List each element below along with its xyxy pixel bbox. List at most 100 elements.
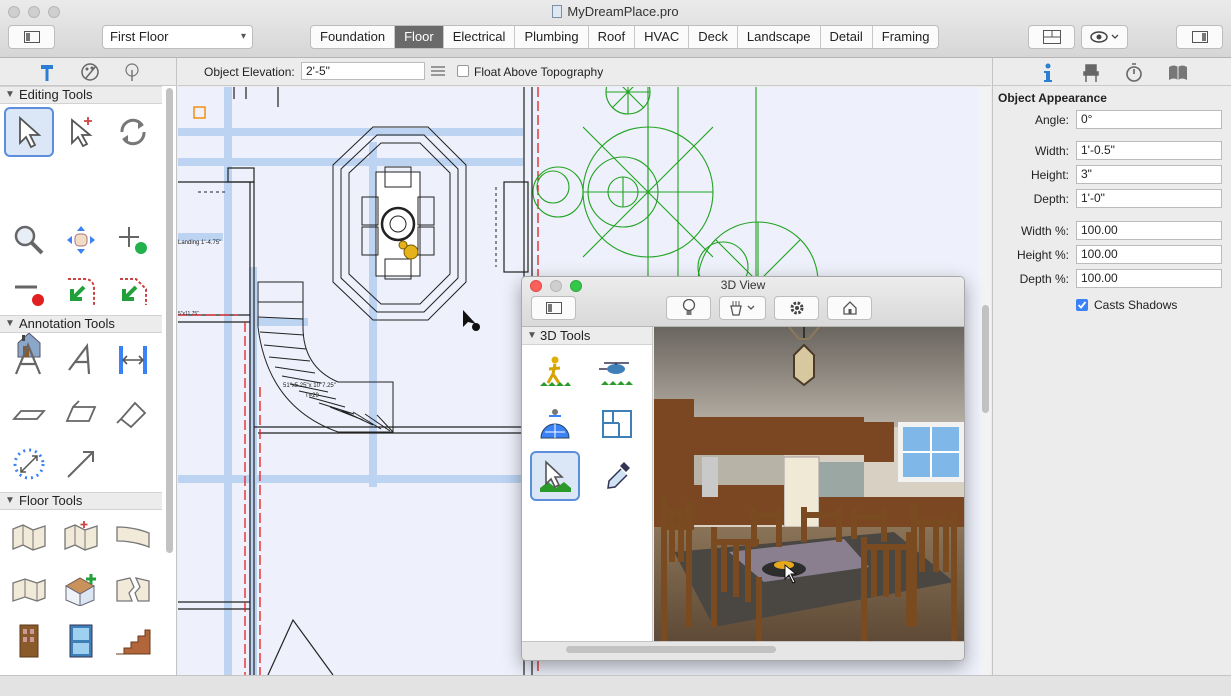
- book-icon[interactable]: [1167, 63, 1189, 83]
- tab-foundation[interactable]: Foundation: [311, 26, 396, 48]
- view-options-button[interactable]: [1081, 25, 1128, 49]
- select-points-tool[interactable]: [56, 107, 106, 157]
- tab-roof[interactable]: Roof: [589, 26, 636, 48]
- curved-wall-tool[interactable]: [108, 512, 158, 562]
- revision-cloud-tool[interactable]: [4, 439, 54, 489]
- select-3d-object-tool[interactable]: [530, 451, 580, 501]
- wall-joint-tool[interactable]: [4, 564, 54, 614]
- flyover-tool[interactable]: [592, 347, 642, 397]
- timer-icon[interactable]: [1125, 63, 1143, 83]
- dimension-tool[interactable]: [108, 335, 158, 385]
- horizontal-scroll-thumb[interactable]: [566, 646, 776, 653]
- chair-icon[interactable]: [1083, 63, 1099, 83]
- section-editing-tools[interactable]: ▼ Editing Tools: [0, 86, 162, 104]
- window-tool[interactable]: [56, 616, 106, 666]
- zoom-tool[interactable]: [4, 215, 54, 265]
- tab-detail[interactable]: Detail: [821, 26, 873, 48]
- cursor-dot-icon: [472, 323, 480, 331]
- plan-view-button[interactable]: [1028, 25, 1075, 49]
- disclosure-triangle-icon: ▼: [527, 330, 537, 341]
- arrow-tool[interactable]: [56, 439, 106, 489]
- rotate-tool[interactable]: [108, 107, 158, 157]
- paint-bucket-icon: [729, 301, 754, 316]
- walkthrough-tool[interactable]: [530, 347, 580, 397]
- add-point-tool[interactable]: [108, 215, 158, 265]
- tab-framing[interactable]: Framing: [873, 26, 939, 48]
- menu-lines-icon[interactable]: [431, 65, 445, 77]
- angle-input[interactable]: 0°: [1076, 110, 1222, 129]
- tab-landscape[interactable]: Landscape: [738, 26, 821, 48]
- 3d-home-button[interactable]: [827, 296, 872, 320]
- stairs-tool[interactable]: [108, 616, 158, 666]
- orange-marker-icon: [193, 106, 206, 119]
- 3d-render-style-button[interactable]: [719, 296, 766, 320]
- 3d-lighting-button[interactable]: [666, 296, 711, 320]
- float-above-topography-checkbox[interactable]: [457, 65, 469, 77]
- wall-edit-tool[interactable]: [56, 512, 106, 562]
- palette-icon[interactable]: [80, 62, 100, 82]
- left-panel-scrollbar[interactable]: [166, 88, 173, 553]
- crosshair-plus-icon: [119, 227, 147, 254]
- letter-a-slanted-icon: [68, 342, 91, 375]
- width-input[interactable]: 1'-0.5": [1076, 141, 1222, 160]
- tab-hvac[interactable]: HVAC: [635, 26, 690, 48]
- wall-panel-edit-icon: [64, 521, 98, 551]
- width-percent-input[interactable]: 100.00: [1076, 221, 1222, 240]
- section-floor-tools[interactable]: ▼ Floor Tools: [0, 492, 162, 510]
- depth-label: Depth:: [1033, 192, 1069, 206]
- chamfer-tool[interactable]: [108, 267, 158, 317]
- text-tool[interactable]: [4, 335, 54, 385]
- gear-icon: [790, 301, 803, 315]
- tree-icon[interactable]: [122, 62, 142, 82]
- height-input[interactable]: 3": [1076, 165, 1222, 184]
- status-bar: [0, 675, 1231, 696]
- callout-tool[interactable]: [4, 387, 54, 437]
- canvas-vscroll-thumb[interactable]: [982, 305, 989, 413]
- chevron-down-icon: ▾: [240, 31, 246, 42]
- orbit-tool[interactable]: [530, 399, 580, 449]
- object-elevation-label: Object Elevation:: [204, 65, 295, 79]
- eyedropper-tool[interactable]: [592, 451, 642, 501]
- wall-tool[interactable]: [4, 512, 54, 562]
- magnifier-icon: [14, 225, 44, 255]
- section-annotation-tools[interactable]: ▼ Annotation Tools: [0, 315, 162, 333]
- section-3d-tools[interactable]: ▼ 3D Tools: [522, 327, 652, 345]
- text-along-path-tool[interactable]: [56, 335, 106, 385]
- depth-percent-input[interactable]: 100.00: [1076, 269, 1222, 288]
- height-percent-input[interactable]: 100.00: [1076, 245, 1222, 264]
- floorplan-select-icon: [602, 410, 632, 438]
- canvas-vertical-scrollbar[interactable]: [979, 87, 991, 675]
- add-room-tool[interactable]: [56, 564, 106, 614]
- 3d-toggle-sidebar-button[interactable]: [531, 296, 576, 320]
- right-inspector-panel: Object Appearance Angle: 0° Width: 1'-0.…: [992, 58, 1231, 675]
- tab-plumbing[interactable]: Plumbing: [515, 26, 589, 48]
- fillet-tool[interactable]: [56, 267, 106, 317]
- tab-floor[interactable]: Floor: [395, 26, 444, 48]
- delete-point-tool[interactable]: [4, 267, 54, 317]
- 3d-render-viewport[interactable]: [654, 327, 964, 641]
- section-marker-tool[interactable]: [108, 387, 158, 437]
- 3d-settings-button[interactable]: [774, 296, 819, 320]
- select-tool[interactable]: [4, 107, 54, 157]
- tab-electrical[interactable]: Electrical: [444, 26, 516, 48]
- toggle-right-sidebar-button[interactable]: [1176, 25, 1223, 49]
- door-tool[interactable]: [4, 616, 54, 666]
- depth-input[interactable]: 1'-0": [1076, 189, 1222, 208]
- left-panel-tabs: [0, 58, 176, 86]
- toggle-left-sidebar-button[interactable]: [8, 25, 55, 49]
- select-3d-region-tool[interactable]: [592, 399, 642, 449]
- depth-percent-label: Depth %:: [1019, 272, 1069, 286]
- tab-deck[interactable]: Deck: [689, 26, 738, 48]
- break-wall-tool[interactable]: [108, 564, 158, 614]
- object-elevation-input[interactable]: 2'-5": [301, 62, 425, 80]
- pan-tool[interactable]: [56, 215, 106, 265]
- line-minus-icon: [15, 285, 44, 306]
- dotted-circle-icon: [13, 448, 45, 480]
- info-icon[interactable]: [1042, 63, 1054, 83]
- elevation-marker-tool[interactable]: [56, 387, 106, 437]
- checkmark-icon: [1077, 301, 1087, 309]
- hammer-icon[interactable]: [38, 62, 56, 82]
- casts-shadows-checkbox[interactable]: [1076, 299, 1088, 311]
- floor-select[interactable]: First Floor ▾: [102, 25, 253, 49]
- curved-wall-icon: [116, 526, 150, 548]
